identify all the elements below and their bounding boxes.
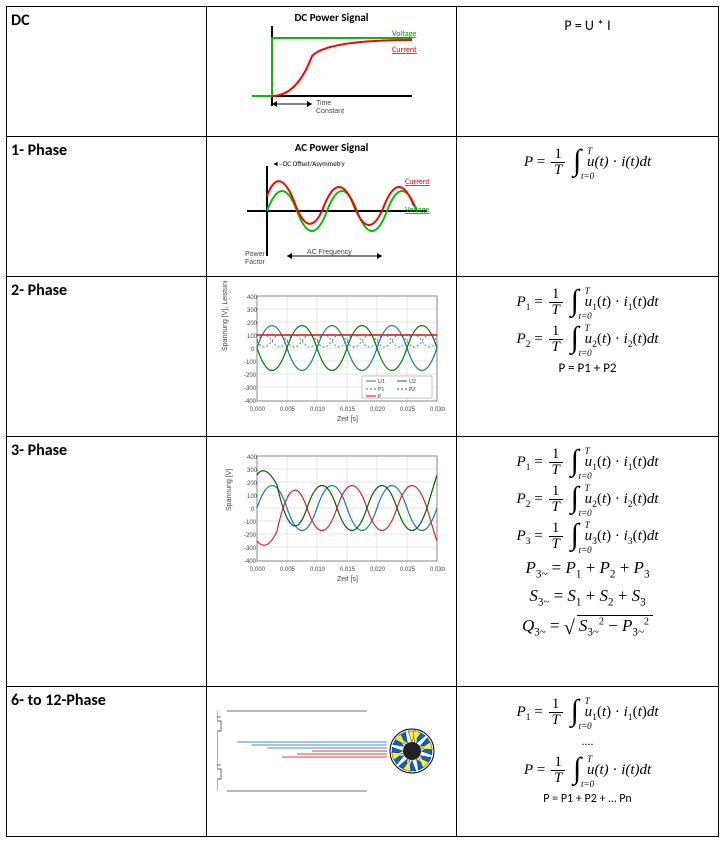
formula-6phase: P1 = 1T T∫t=0 u1(t) · i1(t)dt .... P = 1…: [457, 687, 719, 837]
svg-text:0: 0: [251, 347, 255, 353]
row-label-dc: DC: [7, 7, 207, 137]
svg-text:0.015: 0.015: [340, 567, 356, 573]
svg-text:-100: -100: [244, 520, 257, 526]
svg-text:0.020: 0.020: [370, 407, 386, 413]
chart-1phase: AC Power Signal ◄─ DC Offset/Asymmetry C…: [207, 137, 457, 277]
svg-text:Voltage: Voltage: [392, 29, 416, 39]
svg-text:P2: P2: [409, 385, 415, 393]
row-label-2phase: 2- Phase: [7, 277, 207, 437]
svg-text:0.025: 0.025: [400, 407, 416, 413]
svg-text:0.010: 0.010: [310, 567, 326, 573]
formula-dc: P = U * I: [457, 7, 719, 137]
svg-text:0.025: 0.025: [400, 567, 416, 573]
svg-text:-300: -300: [244, 386, 257, 392]
svg-text:U1: U1: [378, 377, 385, 385]
svg-text:200: 200: [247, 481, 258, 487]
svg-text:-100: -100: [244, 360, 257, 366]
schematic-6phase: [207, 687, 457, 837]
svg-text:-400: -400: [244, 399, 257, 405]
svg-text:400: 400: [247, 295, 258, 301]
svg-text:0.000: 0.000: [250, 407, 266, 413]
svg-text:0.030: 0.030: [430, 407, 446, 413]
svg-text:Power: Power: [245, 251, 266, 258]
formula-2phase: P1 = 1T T∫t=0 u1(t) · i1(t)dt P2 = 1T T∫…: [457, 277, 719, 437]
svg-text:200: 200: [247, 321, 258, 327]
row-label-6phase: 6- to 12-Phase: [7, 687, 207, 837]
svg-text:U2: U2: [409, 377, 416, 385]
svg-text:P: P: [378, 392, 381, 400]
svg-text:300: 300: [247, 468, 258, 474]
svg-text:Voltage: Voltage: [405, 205, 429, 215]
svg-text:0.015: 0.015: [340, 407, 356, 413]
svg-text:-200: -200: [244, 533, 257, 539]
svg-text:0.010: 0.010: [310, 407, 326, 413]
chart-title: AC Power Signal: [211, 141, 452, 154]
row-label-3phase: 3- Phase: [7, 437, 207, 687]
svg-text:-400: -400: [244, 559, 257, 565]
svg-text:100: 100: [247, 494, 258, 500]
svg-text:◄─: ◄─: [272, 159, 283, 168]
svg-text:Constant: Constant: [316, 108, 344, 115]
svg-text:Time: Time: [316, 100, 331, 107]
svg-text:0.030: 0.030: [430, 567, 446, 573]
svg-text:300: 300: [247, 308, 258, 314]
svg-text:Spannung [V], Leistung [kW]: Spannung [V], Leistung [kW]: [222, 281, 229, 351]
svg-text:0.020: 0.020: [370, 567, 386, 573]
svg-text:0.005: 0.005: [280, 407, 296, 413]
chart-3phase: 400 300 200 100 0 -100 -200 -300 -400 0.000 0.005…: [207, 437, 457, 687]
formula-3phase: P1 = 1T T∫t=0 u1(t) · i1(t)dt P2 = 1T T∫…: [457, 437, 719, 687]
svg-text:Zeit [s]: Zeit [s]: [337, 576, 358, 583]
chart-dc: DC Power Signal Voltage Current Time Con…: [207, 7, 457, 137]
svg-text:DC Offset/Asymmetry: DC Offset/Asymmetry: [283, 159, 346, 168]
svg-text:AC Frequency: AC Frequency: [307, 249, 352, 256]
svg-text:400: 400: [247, 455, 258, 461]
power-formula-table: DC DC Power Signal Voltage Current Time …: [6, 6, 719, 837]
svg-text:0.005: 0.005: [280, 567, 296, 573]
svg-text:-200: -200: [244, 373, 257, 379]
svg-text:Zeit [s]: Zeit [s]: [337, 416, 358, 423]
formula-1phase: P = 1T T∫t=0 u(t) · i(t)dt: [457, 137, 719, 277]
svg-text:0.000: 0.000: [250, 567, 266, 573]
chart-2phase: 400 300 200 100 0 -100 -200 -300 -400 0.000 0.005…: [207, 277, 457, 437]
svg-text:-300: -300: [244, 546, 257, 552]
svg-text:Current: Current: [405, 177, 430, 187]
svg-text:Current: Current: [392, 45, 417, 55]
svg-text:100: 100: [247, 334, 258, 340]
svg-text:Spannung [V]: Spannung [V]: [226, 469, 233, 511]
svg-text:0: 0: [251, 507, 255, 513]
chart-title: DC Power Signal: [211, 11, 452, 24]
svg-text:Factor: Factor: [245, 259, 266, 266]
row-label-1phase: 1- Phase: [7, 137, 207, 277]
